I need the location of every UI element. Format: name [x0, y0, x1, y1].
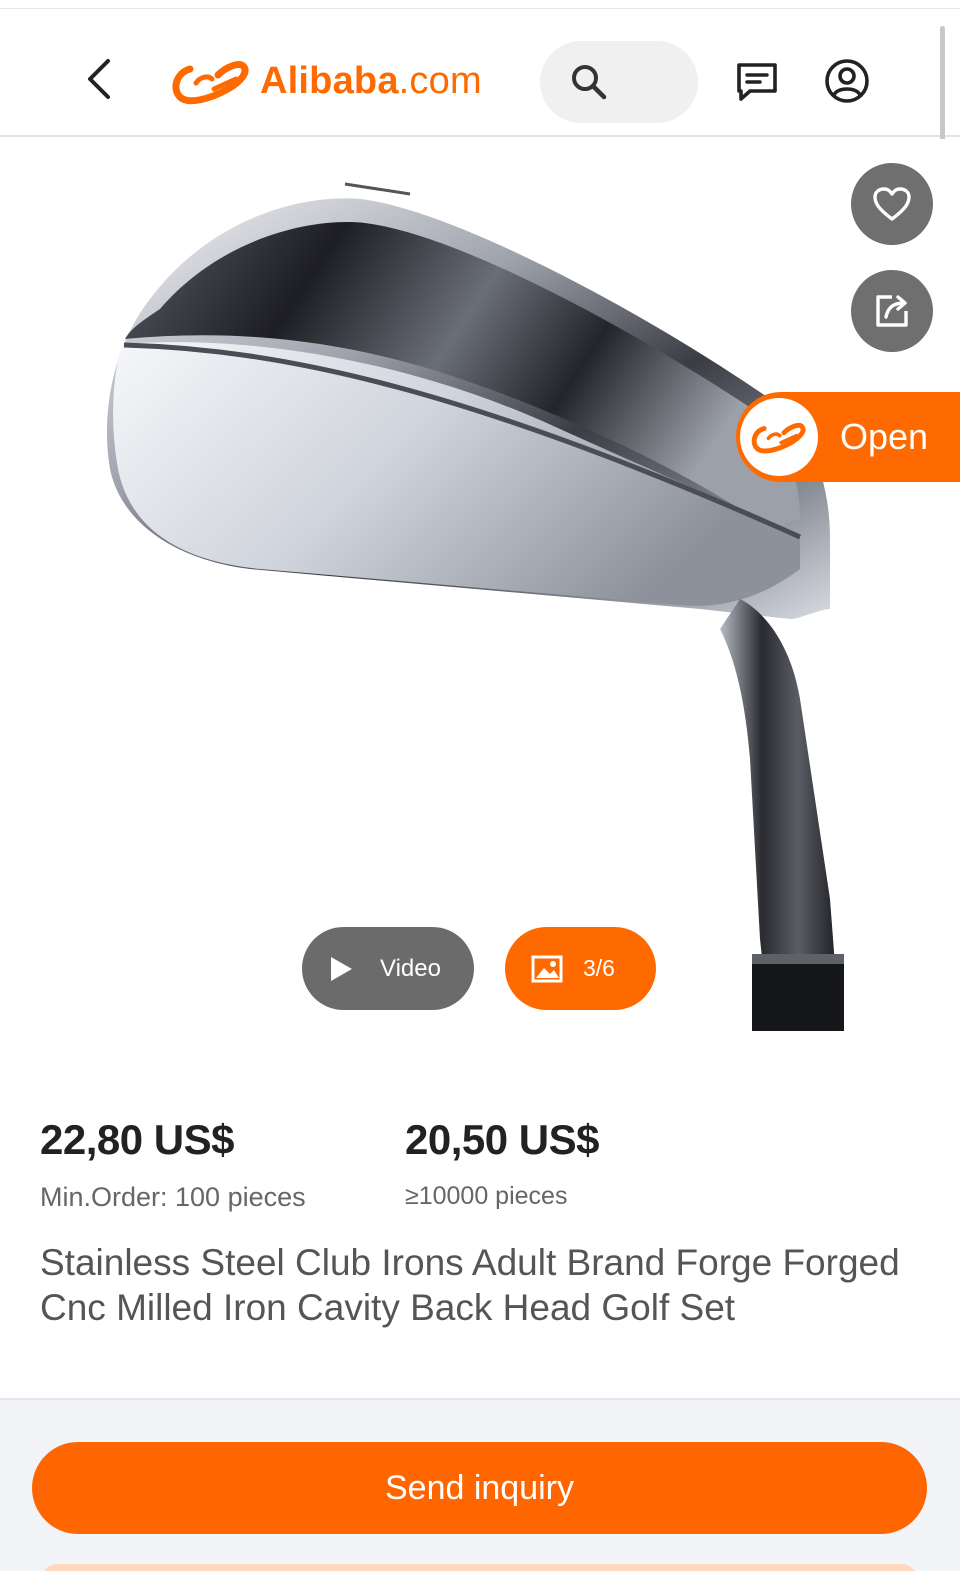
- product-title: Stainless Steel Club Irons Adult Brand F…: [40, 1242, 900, 1328]
- image-icon: [531, 955, 563, 982]
- user-circle-icon: [825, 59, 869, 103]
- tier1-min-order: Min.Order: 100 pieces: [40, 1182, 306, 1212]
- search-button[interactable]: [540, 41, 698, 123]
- search-icon: [572, 65, 607, 100]
- logo-wordmark: Alibaba.com: [260, 59, 482, 102]
- golf-iron-product-image: [106, 182, 844, 1031]
- bottom-action-bar: Send inquiry: [0, 1398, 960, 1571]
- tier1-price: 22,80 US$: [40, 1116, 234, 1163]
- secondary-action-button[interactable]: [42, 1564, 917, 1571]
- alibaba-logo[interactable]: Alibaba.com: [170, 53, 482, 109]
- page-scrollbar[interactable]: [940, 26, 945, 154]
- share-icon: [876, 295, 908, 327]
- messages-button[interactable]: [730, 57, 784, 107]
- favorite-button[interactable]: [851, 163, 933, 245]
- alibaba-smile-logo-icon: [751, 422, 806, 454]
- video-button-label: Video: [380, 954, 441, 982]
- message-icon: [737, 63, 777, 101]
- top-navigation-bar: Alibaba.com: [0, 9, 960, 137]
- open-in-app-button[interactable]: Open: [736, 392, 960, 482]
- tier2-price: 20,50 US$: [405, 1116, 599, 1163]
- tier2-quantity: ≥10000 pieces: [405, 1182, 568, 1210]
- photo-counter: 3/6: [583, 955, 615, 981]
- chevron-left-icon: [88, 59, 110, 99]
- play-icon: [331, 956, 352, 981]
- heart-icon: [873, 187, 911, 221]
- video-button[interactable]: Video: [302, 927, 474, 1010]
- send-inquiry-button[interactable]: Send inquiry: [32, 1442, 927, 1534]
- alibaba-smile-logo-icon: [172, 61, 249, 105]
- photo-counter-button[interactable]: 3/6: [505, 927, 656, 1010]
- alibaba-app-logo: [740, 398, 818, 476]
- open-in-app-label: Open: [840, 416, 929, 457]
- account-button[interactable]: [820, 53, 874, 109]
- back-button[interactable]: [72, 49, 128, 109]
- product-gallery[interactable]: Video 3/6: [0, 139, 960, 1031]
- share-button[interactable]: [851, 270, 933, 352]
